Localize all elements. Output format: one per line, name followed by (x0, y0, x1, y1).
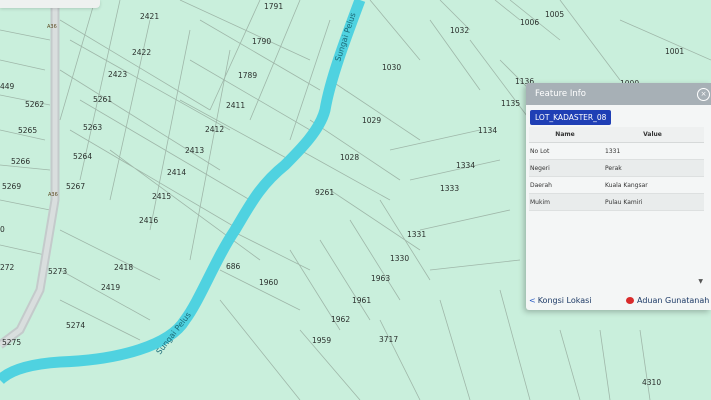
lot-label: 2416 (139, 216, 158, 225)
lot-label: 5267 (66, 182, 85, 191)
lot-label: 2421 (140, 12, 159, 21)
lot-label: 1961 (352, 296, 371, 305)
close-icon[interactable]: × (697, 88, 710, 101)
attribute-table: Name Value No Lot 1331 Negeri Perak Daer… (529, 127, 704, 211)
panel-header: Feature Info × (526, 83, 711, 105)
lot-label: 4310 (642, 378, 661, 387)
lot-label: 2422 (132, 48, 151, 57)
lot-label: 2413 (185, 146, 204, 155)
lot-label: 272 (0, 263, 15, 272)
attr-name: Mukim (529, 193, 601, 211)
lot-label: 9261 (315, 188, 334, 197)
attr-value: 1331 (601, 142, 704, 160)
lot-label: 686 (226, 262, 241, 271)
attr-value: Perak (601, 159, 704, 177)
lot-label: 5264 (73, 152, 92, 161)
share-label: Kongsi Lokasi (537, 296, 592, 305)
lot-label: 5261 (93, 95, 112, 104)
lot-label: 2411 (226, 101, 245, 110)
attr-value: Pulau Kamiri (601, 193, 704, 211)
lot-label: 5273 (48, 267, 67, 276)
layer-badge[interactable]: LOT_KADASTER_08 (530, 110, 612, 125)
lot-label: 1006 (520, 18, 539, 27)
table-row: Mukim Pulau Kamiri (529, 193, 704, 211)
lot-label: 449 (0, 82, 15, 91)
scroll-down-icon[interactable]: ▼ (698, 278, 703, 285)
share-location-button[interactable]: < Kongsi Lokasi (529, 296, 592, 305)
lot-label: 2415 (152, 192, 171, 201)
feature-info-panel: Feature Info × LOT_KADASTER_08 Name Valu… (526, 83, 711, 310)
share-icon: < (529, 296, 536, 305)
chat-icon (626, 297, 634, 304)
lot-label: 1334 (456, 161, 475, 170)
report-label: Aduan Gunatanah (637, 296, 710, 305)
lot-label: 1005 (545, 10, 564, 19)
attr-value: Kuala Kangsar (601, 176, 704, 194)
lot-label: 3717 (379, 335, 398, 344)
lot-label: 5263 (83, 123, 102, 132)
table-row: Negeri Perak (529, 159, 704, 177)
road-label-top: A36 (47, 24, 57, 30)
panel-title: Feature Info (535, 89, 586, 99)
lot-label: 1029 (362, 116, 381, 125)
lot-label: 2414 (167, 168, 186, 177)
lot-label: 1962 (331, 315, 350, 324)
lot-label: 0 (0, 225, 5, 234)
lot-label: 5269 (2, 182, 21, 191)
lot-label: 1001 (665, 47, 684, 56)
lot-label: 1959 (312, 336, 331, 345)
attr-name: No Lot (529, 142, 601, 160)
lot-label: 1790 (252, 37, 271, 46)
lot-label: 1960 (259, 278, 278, 287)
lot-label: 5265 (18, 126, 37, 135)
column-header-name: Name (529, 127, 601, 143)
lot-label: 1135 (501, 99, 520, 108)
lot-label: 5266 (11, 157, 30, 166)
lot-label: 5275 (2, 338, 21, 347)
lot-label: 1030 (382, 63, 401, 72)
table-row: No Lot 1331 (529, 142, 704, 160)
lot-label: 1330 (390, 254, 409, 263)
panel-footer: < Kongsi Lokasi Aduan Gunatanah (526, 293, 711, 310)
lot-label: 1963 (371, 274, 390, 283)
lot-label: 1331 (407, 230, 426, 239)
table-row: Daerah Kuala Kangsar (529, 176, 704, 194)
lot-label: 1791 (264, 2, 283, 11)
top-toolbar-edge (0, 0, 100, 8)
lot-label: 2418 (114, 263, 133, 272)
land-use-report-button[interactable]: Aduan Gunatanah (626, 296, 709, 305)
lot-label: 1134 (478, 126, 497, 135)
lot-label: 2412 (205, 125, 224, 134)
lot-label: 1789 (238, 71, 257, 80)
road-label-mid: A36 (48, 192, 58, 198)
lot-label: 2419 (101, 283, 120, 292)
lot-label: 1028 (340, 153, 359, 162)
lot-label: 5274 (66, 321, 85, 330)
attr-name: Negeri (529, 159, 601, 177)
lot-label: 1333 (440, 184, 459, 193)
attr-name: Daerah (529, 176, 601, 194)
column-header-value: Value (601, 127, 704, 143)
lot-label: 5262 (25, 100, 44, 109)
lot-label: 1032 (450, 26, 469, 35)
lot-label: 2423 (108, 70, 127, 79)
